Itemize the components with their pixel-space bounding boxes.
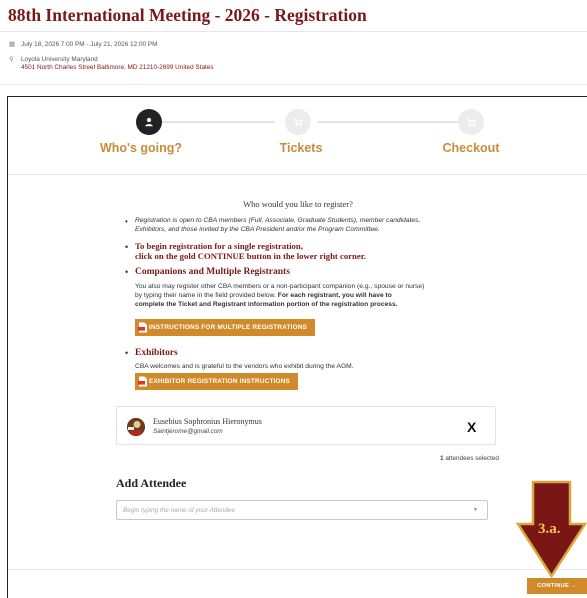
eligibility-line-1: Registration is open to CBA members (Ful… — [135, 217, 421, 224]
annotation-label: 3.a. — [538, 521, 561, 537]
cart-icon — [294, 118, 303, 127]
add-attendee-title: Add Attendee — [116, 476, 187, 490]
step-progress: Who's going? Tickets Checkout — [8, 97, 587, 175]
attendees-selected-count: 1 attendees selected — [440, 455, 499, 462]
pdf-icon — [138, 376, 147, 387]
calendar-icon: ▦ — [9, 41, 16, 48]
companions-heading: Companions and Multiple Registrants — [135, 267, 290, 277]
event-date-row: ▦ July 18, 2026 7:00 PM - July 21, 2026 … — [9, 41, 157, 49]
continue-button[interactable]: CONTINUE → — [527, 578, 587, 594]
event-date-range: July 18, 2026 7:00 PM - July 21, 2026 12… — [21, 41, 158, 48]
eligibility-line-2: Exhibitors, and those invited by the CBA… — [135, 226, 380, 233]
page-title: 88th International Meeting - 2026 - Regi… — [8, 5, 367, 25]
location-pin-icon: ⚲ — [9, 56, 14, 63]
single-registration-line-2: click on the gold CONTINUE button in the… — [135, 251, 366, 261]
step-label-checkout[interactable]: Checkout — [443, 141, 500, 155]
companions-line-2: by typing their name in the field provid… — [135, 292, 392, 299]
companions-line-3: complete the Ticket and Registrant infor… — [135, 301, 398, 308]
meta-divider — [0, 84, 587, 85]
event-location-row: ⚲ Loyola University Maryland 4501 North … — [9, 56, 214, 72]
remove-attendee-button[interactable]: X — [467, 419, 476, 435]
attendee-portrait-icon — [127, 418, 145, 436]
companions-line-1: You also may register other CBA members … — [135, 283, 425, 290]
attendee-name: Eusebius Sophronius Hieronymus — [153, 417, 262, 426]
single-registration-line-1: To begin registration for a single regis… — [135, 241, 303, 251]
step-connector — [318, 121, 458, 123]
exhibitor-instructions-button[interactable]: EXHIBITOR REGISTRATION INSTRUCTIONS — [135, 373, 298, 390]
event-venue: Loyola University Maryland — [21, 56, 98, 63]
attendee-email: Saintjerome@gmail.com — [153, 428, 223, 435]
avatar — [127, 418, 145, 436]
step-checkout-icon[interactable] — [458, 109, 484, 135]
step-tickets-icon[interactable] — [285, 109, 311, 135]
attendee-card: Eusebius Sophronius Hieronymus Saintjero… — [116, 406, 496, 445]
step-label-whos-going[interactable]: Who's going? — [100, 141, 182, 155]
event-address[interactable]: 4501 North Charles Street Baltimore, MD … — [21, 64, 214, 72]
register-question: Who would you like to register? — [243, 199, 353, 209]
pdf-icon — [138, 322, 147, 333]
exhibitors-text: CBA welcomes and is grateful to the vend… — [135, 363, 354, 370]
steps-divider — [8, 174, 587, 175]
exhibitors-heading: Exhibitors — [135, 348, 178, 358]
step-connector — [161, 121, 275, 123]
step-label-tickets[interactable]: Tickets — [280, 141, 323, 155]
chevron-down-icon[interactable]: ▼ — [473, 507, 478, 513]
title-divider — [0, 31, 587, 32]
cart-icon — [467, 118, 476, 127]
step-whos-going-icon — [136, 109, 162, 135]
registration-panel: Who's going? Tickets Checkout Who would … — [7, 96, 587, 598]
footer-divider — [8, 569, 587, 570]
attendee-search-input[interactable] — [116, 500, 488, 520]
multiple-registrations-button[interactable]: INSTRUCTIONS FOR MULTIPLE REGISTRATIONS — [135, 319, 316, 336]
user-icon — [145, 117, 153, 127]
